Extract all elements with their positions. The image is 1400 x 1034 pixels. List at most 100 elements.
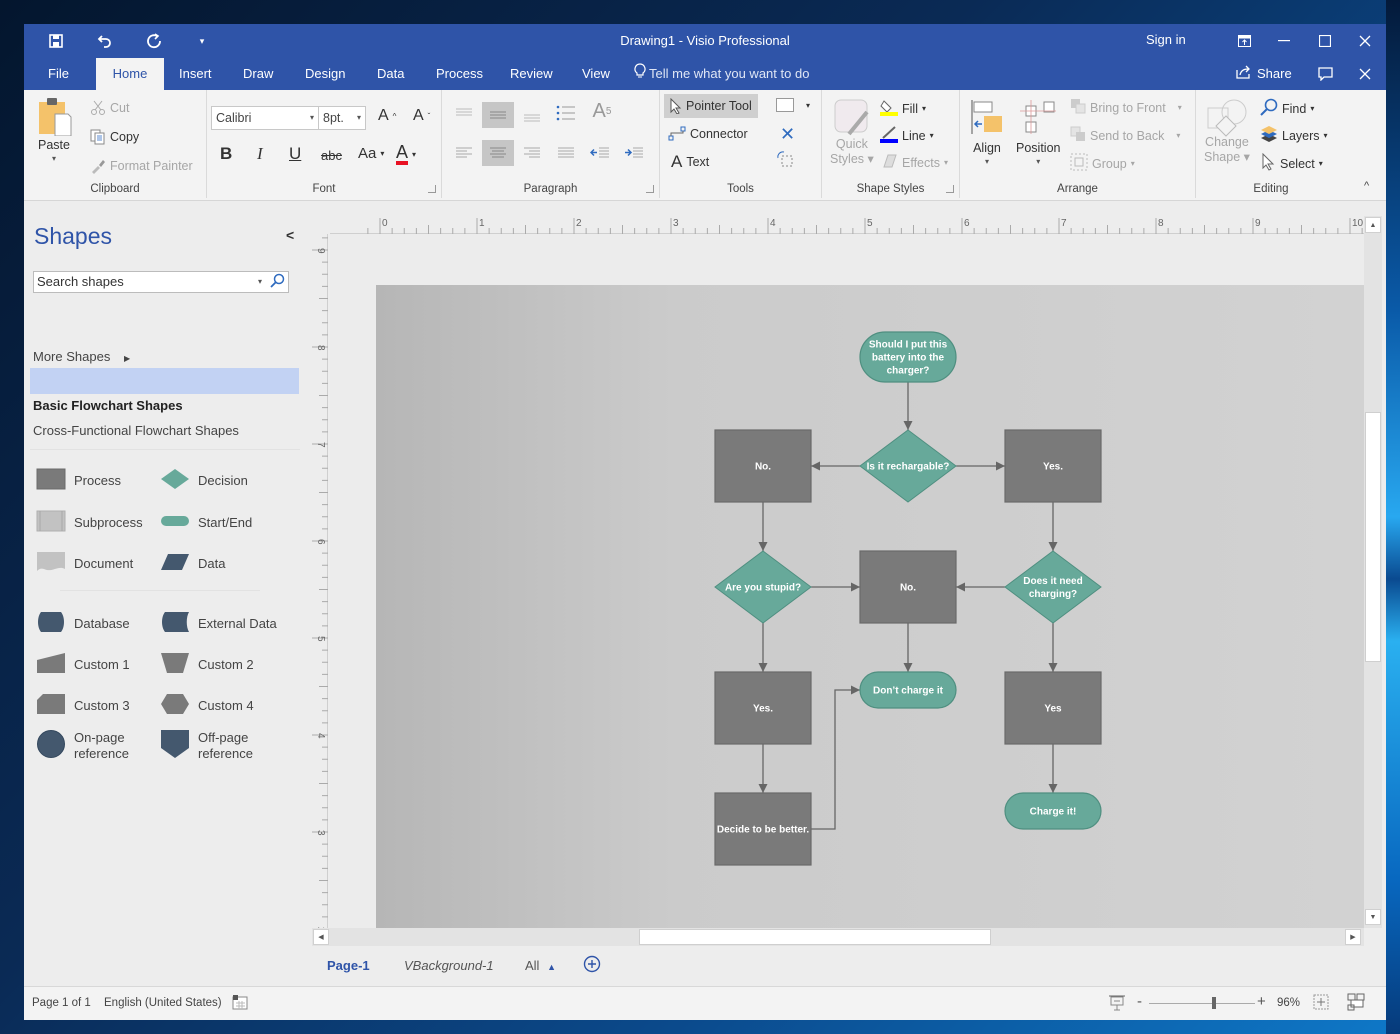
layers-button[interactable]: Layers ▾ bbox=[1260, 126, 1328, 145]
tab-home[interactable]: Home bbox=[96, 58, 164, 91]
collapse-ribbon-icon[interactable]: ^ bbox=[1364, 180, 1369, 192]
flow-node-no1[interactable]: No. bbox=[714, 429, 812, 503]
vertical-scroll-thumb[interactable] bbox=[1365, 412, 1381, 662]
flow-node-stupid[interactable]: Are you stupid? bbox=[714, 550, 812, 624]
shape-custom-3[interactable]: Custom 3 bbox=[36, 693, 130, 718]
scroll-down-icon[interactable]: ▼ bbox=[1365, 909, 1381, 925]
align-top-icon[interactable] bbox=[448, 100, 480, 126]
vertical-scrollbar[interactable]: ▲ ▼ bbox=[1364, 216, 1382, 928]
drawing-page[interactable]: Should I put this battery into the charger… bbox=[376, 285, 1364, 928]
flow-node-better[interactable]: Decide to be better. bbox=[714, 792, 812, 866]
underline-button[interactable]: U bbox=[289, 144, 301, 164]
delete-x-icon[interactable]: ✕ bbox=[780, 124, 795, 145]
language-indicator[interactable]: English (United States) bbox=[104, 997, 222, 1009]
shape-custom-4[interactable]: Custom 4 bbox=[160, 693, 254, 718]
flow-node-rechargeable[interactable]: Is it rechargable? bbox=[859, 429, 957, 503]
close-icon[interactable] bbox=[1350, 28, 1380, 54]
shape-custom-2[interactable]: Custom 2 bbox=[160, 652, 254, 677]
page-tab-page-1[interactable]: Page-1 bbox=[327, 958, 370, 973]
more-shapes-link[interactable]: More Shapes ▶ bbox=[33, 349, 130, 364]
share-button[interactable]: Share bbox=[1236, 58, 1292, 90]
flow-node-no2[interactable]: No. bbox=[859, 550, 957, 624]
align-center-icon[interactable] bbox=[482, 140, 514, 166]
shape-off-page-reference[interactable]: Off-page reference bbox=[160, 729, 268, 762]
maximize-icon[interactable] bbox=[1310, 28, 1340, 54]
shape-custom-1[interactable]: Custom 1 bbox=[36, 652, 130, 677]
scroll-left-icon[interactable]: ◀ bbox=[313, 929, 329, 945]
flow-node-chargeit[interactable]: Charge it! bbox=[1004, 792, 1102, 830]
copy-button[interactable]: Copy bbox=[90, 129, 139, 145]
collapse-pane-icon[interactable]: < bbox=[286, 227, 294, 243]
pointer-tool-button[interactable]: Pointer Tool bbox=[664, 94, 758, 118]
text-direction-icon[interactable]: A5 bbox=[586, 98, 618, 124]
zoom-in-button[interactable]: + bbox=[1257, 993, 1266, 1010]
shape-start-end[interactable]: Start/End bbox=[160, 510, 252, 535]
horizontal-ruler[interactable]: 0 1 2 3 4 5 6 7 8 9 10 bbox=[330, 216, 1364, 234]
comments-icon[interactable] bbox=[1310, 61, 1340, 87]
flow-node-yes1[interactable]: Yes. bbox=[1004, 429, 1102, 503]
shape-process[interactable]: Process bbox=[36, 468, 121, 493]
line-button[interactable]: Line ▾ bbox=[880, 125, 934, 146]
chevron-down-icon[interactable]: ▾ bbox=[258, 272, 262, 292]
quick-styles-button[interactable]: Quick Styles ▾ bbox=[830, 98, 874, 166]
align-right-icon[interactable] bbox=[516, 140, 548, 166]
italic-button[interactable]: I bbox=[257, 144, 263, 164]
tab-draw[interactable]: Draw bbox=[239, 58, 277, 90]
increase-indent-icon[interactable] bbox=[618, 140, 650, 166]
zoom-out-button[interactable]: - bbox=[1137, 993, 1142, 1010]
page-count[interactable]: Page 1 of 1 bbox=[32, 997, 91, 1009]
tab-process[interactable]: Process bbox=[432, 58, 487, 90]
bold-button[interactable]: B bbox=[220, 144, 232, 164]
fill-button[interactable]: Fill ▾ bbox=[880, 98, 926, 119]
shape-document[interactable]: Document bbox=[36, 551, 133, 576]
shape-on-page-reference[interactable]: On-page reference bbox=[36, 729, 144, 762]
tab-design[interactable]: Design bbox=[301, 58, 349, 90]
send-to-back-button[interactable]: Send to Back ▾ bbox=[1070, 126, 1180, 145]
connector-button[interactable]: Connector bbox=[668, 126, 748, 142]
flow-node-start[interactable]: Should I put this battery into the charger… bbox=[859, 331, 957, 383]
decrease-font-size-icon[interactable]: Aˇ bbox=[413, 107, 430, 125]
flow-node-yes3[interactable]: Yes bbox=[1004, 671, 1102, 745]
tab-file[interactable]: File bbox=[44, 58, 73, 90]
scroll-right-icon[interactable]: ▶ bbox=[1345, 929, 1361, 945]
increase-font-size-icon[interactable]: A ^ bbox=[378, 107, 396, 125]
text-tool-button[interactable]: A Text bbox=[671, 152, 709, 172]
align-left-icon[interactable] bbox=[448, 140, 480, 166]
macro-recorder-icon[interactable] bbox=[232, 994, 248, 1013]
scroll-up-icon[interactable]: ▲ bbox=[1365, 217, 1381, 233]
group-button[interactable]: Group ▾ bbox=[1070, 153, 1135, 174]
tab-view[interactable]: View bbox=[578, 58, 614, 90]
tab-data[interactable]: Data bbox=[373, 58, 408, 90]
page-tab-vbackground-1[interactable]: VBackground-1 bbox=[404, 958, 494, 973]
ribbon-display-options-icon[interactable] bbox=[1229, 28, 1259, 54]
horizontal-scroll-thumb[interactable] bbox=[639, 929, 991, 945]
tab-insert[interactable]: Insert bbox=[175, 58, 216, 90]
align-bottom-icon[interactable] bbox=[516, 104, 548, 130]
bring-to-front-button[interactable]: Bring to Front ▾ bbox=[1070, 98, 1182, 117]
basic-flowchart-shapes-link[interactable]: Basic Flowchart Shapes bbox=[33, 398, 183, 413]
close-document-icon[interactable] bbox=[1350, 61, 1380, 87]
effects-button[interactable]: Effects ▾ bbox=[882, 153, 948, 172]
shape-subprocess[interactable]: Subprocess bbox=[36, 510, 143, 535]
change-case-button[interactable]: Aa ▾ bbox=[358, 145, 384, 162]
flow-node-yes2[interactable]: Yes. bbox=[714, 671, 812, 745]
paste-button[interactable]: Paste ▾ bbox=[34, 96, 74, 163]
zoom-slider-track[interactable] bbox=[1149, 1003, 1255, 1004]
bullets-icon[interactable] bbox=[550, 100, 582, 126]
presentation-mode-icon[interactable] bbox=[1108, 995, 1126, 1014]
format-painter-button[interactable]: Format Painter bbox=[90, 158, 193, 174]
paste-dropdown-icon[interactable]: ▾ bbox=[52, 154, 56, 163]
decrease-indent-icon[interactable] bbox=[584, 140, 616, 166]
select-button[interactable]: Select ▾ bbox=[1262, 152, 1323, 174]
justify-icon[interactable] bbox=[550, 140, 582, 166]
fit-page-icon[interactable] bbox=[1313, 994, 1329, 1013]
switch-windows-icon[interactable] bbox=[1347, 993, 1365, 1014]
drawing-canvas[interactable]: Should I put this battery into the charger… bbox=[330, 234, 1364, 928]
shape-external-data[interactable]: External Data bbox=[160, 611, 277, 636]
minimize-icon[interactable] bbox=[1269, 28, 1299, 54]
search-shapes-input[interactable]: Search shapes ▾ bbox=[33, 271, 289, 293]
sign-in-link[interactable]: Sign in bbox=[1146, 32, 1186, 47]
flow-node-needcharge[interactable]: Does it need charging? bbox=[1004, 550, 1102, 624]
font-color-button[interactable]: A ▾ bbox=[396, 143, 416, 165]
cross-functional-flowchart-shapes-link[interactable]: Cross-Functional Flowchart Shapes bbox=[33, 423, 239, 438]
